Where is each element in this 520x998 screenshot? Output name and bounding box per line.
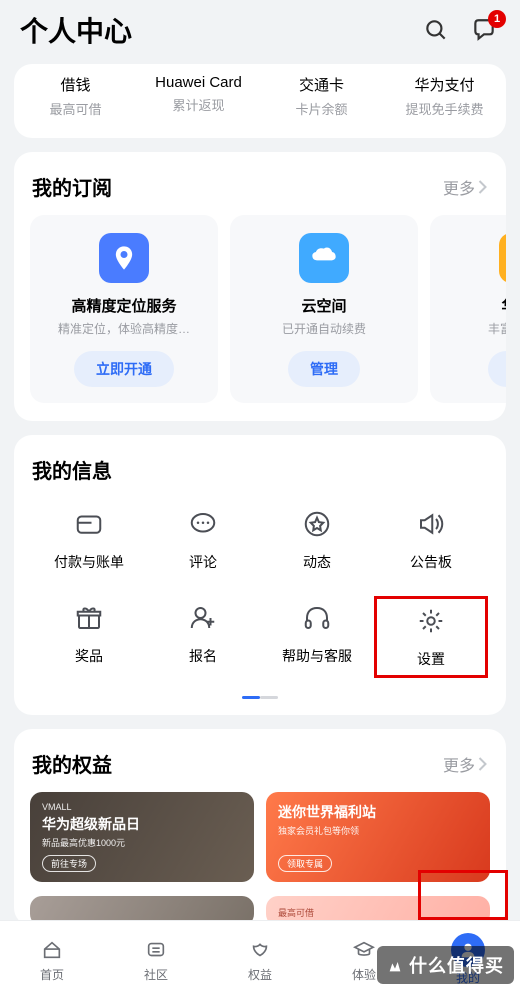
subscription-icon [299,233,349,283]
quick-sub: 最高可借 [14,99,137,118]
rights-banner-partial-0[interactable] [30,896,254,920]
quick-access-card: 借钱 最高可借 Huawei Card 累计返现 交通卡 卡片余额 华为支付 提… [14,64,506,138]
gift-icon [73,602,105,634]
info-item-star[interactable]: 动态 [260,508,374,572]
info-label: 评论 [146,552,260,572]
headset-icon [301,602,333,634]
subscription-name: 云空间 [240,295,408,316]
info-item-speaker[interactable]: 公告板 [374,508,488,572]
banner-button[interactable]: 前往专场 [42,855,96,872]
page-title: 个人中心 [20,10,404,50]
rights-more[interactable]: 更多 [443,752,488,776]
message-badge: 1 [488,10,506,28]
chevron-right-icon [477,179,488,195]
rights-banner-0[interactable]: VMALL 华为超级新品日 新品最高优惠1000元 前往专场 [30,792,254,882]
subscriptions-more[interactable]: 更多 [443,175,488,199]
info-title: 我的信息 [32,455,488,484]
nav-diamond[interactable]: 权益 [208,921,312,998]
diamond-icon [246,936,274,964]
forum-icon [142,936,170,964]
info-label: 付款与账单 [32,552,146,572]
home-icon [38,936,66,964]
rights-banner-partial-1[interactable]: 最高可借 [266,896,490,920]
quick-item-2[interactable]: 交通卡 卡片余额 [260,74,383,118]
quick-sub: 卡片余额 [260,99,383,118]
quick-title: 借钱 [14,74,137,95]
subscription-desc: 已开通自动续费 [240,320,408,337]
header: 个人中心 1 [14,0,506,64]
quick-sub: 累计返现 [137,95,260,114]
pager-dots [14,696,506,715]
nav-label: 体验 [352,966,376,983]
speaker-icon [415,508,447,540]
cap-icon [350,936,378,964]
subscription-icon [499,233,506,283]
banner-title: 华为超级新品日 [42,814,242,834]
subscription-action[interactable]: 立即开通 [74,351,174,387]
info-label: 公告板 [374,552,488,572]
person-icon [187,602,219,634]
search-icon[interactable] [420,14,452,46]
info-item-headset[interactable]: 帮助与客服 [260,602,374,672]
subscription-card-2[interactable]: 华为视 丰富的影视内 立即 [430,215,506,403]
nav-home[interactable]: 首页 [0,921,104,998]
banner-button[interactable]: 领取专属 [278,855,332,872]
info-label: 设置 [377,649,485,669]
subscription-icon [99,233,149,283]
banner-sub: 最高可借 [278,906,478,919]
message-icon[interactable]: 1 [468,14,500,46]
info-item-chat[interactable]: 评论 [146,508,260,572]
quick-sub: 提现免手续费 [383,99,506,118]
rights-banner-1[interactable]: 迷你世界福利站 独家会员礼包等你领 领取专属 [266,792,490,882]
subscriptions-title: 我的订阅 [32,172,443,201]
info-label: 报名 [146,646,260,666]
info-label: 奖品 [32,646,146,666]
chat-icon [187,508,219,540]
info-card: 我的信息 付款与账单 评论 动态 公告板 奖品 报名 帮助与客服 设置 [14,435,506,715]
banner-sub: 新品最高优惠1000元 [42,836,242,849]
subscription-action[interactable]: 立即 [488,351,506,387]
info-item-person[interactable]: 报名 [146,602,260,672]
subscription-desc: 精准定位，体验高精度… [40,320,208,337]
info-item-gift[interactable]: 奖品 [32,602,146,672]
watermark: 什么值得买 [377,946,514,984]
star-icon [301,508,333,540]
info-item-card[interactable]: 付款与账单 [32,508,146,572]
nav-label: 首页 [40,966,64,983]
subscription-action[interactable]: 管理 [288,351,360,387]
quick-title: Huawei Card [137,74,260,91]
nav-label: 权益 [248,966,272,983]
subscription-name: 华为视 [440,295,506,316]
quick-title: 华为支付 [383,74,506,95]
nav-forum[interactable]: 社区 [104,921,208,998]
info-item-gear[interactable]: 设置 [374,596,488,678]
subscription-card-0[interactable]: 高精度定位服务 精准定位，体验高精度… 立即开通 [30,215,218,403]
rights-card: 我的权益 更多 VMALL 华为超级新品日 新品最高优惠1000元 前往专场 迷… [14,729,506,920]
info-label: 动态 [260,552,374,572]
banner-tag: VMALL [42,802,242,812]
quick-title: 交通卡 [260,74,383,95]
subscription-name: 高精度定位服务 [40,295,208,316]
quick-item-1[interactable]: Huawei Card 累计返现 [137,74,260,118]
chevron-right-icon [477,756,488,772]
nav-label: 社区 [144,966,168,983]
info-label: 帮助与客服 [260,646,374,666]
rights-title: 我的权益 [32,749,443,778]
subscription-card-1[interactable]: 云空间 已开通自动续费 管理 [230,215,418,403]
quick-item-0[interactable]: 借钱 最高可借 [14,74,137,118]
subscription-desc: 丰富的影视内 [440,320,506,337]
quick-item-3[interactable]: 华为支付 提现免手续费 [383,74,506,118]
banner-sub: 独家会员礼包等你领 [278,824,478,837]
card-icon [73,508,105,540]
banner-title: 迷你世界福利站 [278,802,478,822]
subscriptions-card: 我的订阅 更多 高精度定位服务 精准定位，体验高精度… 立即开通 云空间 已开通… [14,152,506,421]
gear-icon [415,605,447,637]
